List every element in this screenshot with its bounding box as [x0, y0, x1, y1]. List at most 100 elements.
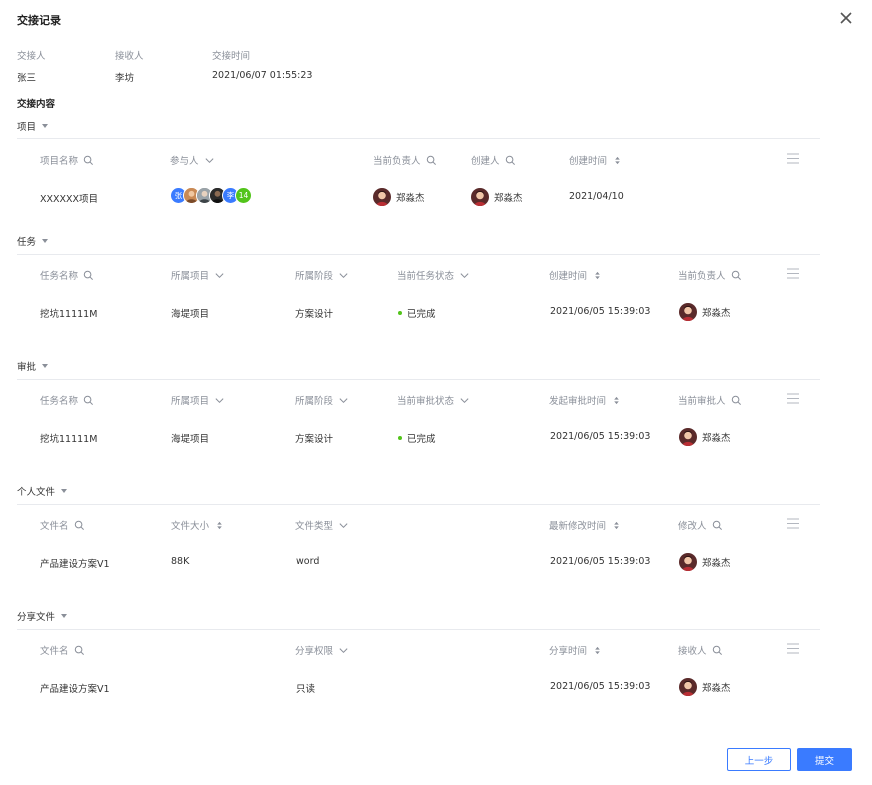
section-toggle-approval[interactable]: 审批 [17, 359, 820, 373]
header-label: 当前负责人 [678, 271, 726, 282]
header-label: 文件大小 [171, 521, 210, 532]
chevron-down-icon[interactable] [459, 270, 470, 281]
col-header-shared-time: 分享时间 [549, 643, 603, 657]
table-cell-project-name[interactable]: XXXXXX项目 [40, 191, 98, 205]
prev-step-button[interactable]: 上一步 [727, 748, 791, 771]
table-cell-file-type: word [296, 556, 320, 567]
avatar [679, 678, 697, 696]
sort-icon[interactable] [611, 395, 622, 406]
section-toggle-personal-files[interactable]: 个人文件 [17, 484, 820, 498]
search-icon[interactable] [731, 270, 742, 281]
chevron-down-icon[interactable] [338, 270, 349, 281]
search-icon[interactable] [83, 155, 94, 166]
table-cell-stage: 方案设计 [295, 309, 334, 320]
col-header-started: 发起审批时间 [549, 393, 622, 407]
creator-cell[interactable]: 郑淼杰 [471, 188, 523, 206]
receiver-cell[interactable]: 郑淼杰 [679, 678, 731, 696]
modifier-name: 郑淼杰 [702, 558, 731, 569]
header-label: 最新修改时间 [549, 521, 607, 532]
header-label: 所属阶段 [295, 396, 334, 407]
search-icon[interactable] [83, 395, 94, 406]
search-icon[interactable] [712, 520, 723, 531]
header-label: 文件名 [40, 646, 69, 657]
divider [17, 629, 820, 630]
table-cell-task-name[interactable]: 挖坑11111M [40, 306, 97, 320]
receiver: 接收人 李坊 [115, 48, 144, 84]
header-label: 当前审批状态 [397, 396, 455, 407]
col-header-receiver: 接收人 [678, 643, 723, 657]
header-label: 所属项目 [171, 396, 210, 407]
participants-stack[interactable]: 张 李 14 [170, 187, 252, 204]
search-icon[interactable] [426, 155, 437, 166]
col-header-permission: 分享权限 [295, 643, 349, 657]
search-icon[interactable] [74, 520, 85, 531]
col-header-file-name: 文件名 [40, 518, 85, 532]
header-label: 发起审批时间 [549, 396, 607, 407]
close-icon[interactable] [838, 10, 854, 26]
table-cell-created: 2021/04/10 [569, 191, 624, 202]
status-cell: 已完成 [398, 431, 436, 445]
section-title: 分享文件 [17, 612, 56, 623]
chevron-down-icon[interactable] [214, 270, 225, 281]
table-cell-file-name[interactable]: 产品建设方案V1 [40, 681, 110, 695]
personal-files-section: 个人文件 文件名 文件大小 文件类型 最新修改时间 修改人 产品建设方案V1 8… [17, 484, 820, 584]
column-menu-icon[interactable] [787, 268, 799, 279]
search-icon[interactable] [505, 155, 516, 166]
divider [17, 379, 820, 380]
col-header-stage: 所属阶段 [295, 393, 349, 407]
col-header-project: 所属项目 [171, 393, 225, 407]
section-toggle-project[interactable]: 项目 [17, 119, 820, 133]
avatar [679, 428, 697, 446]
approval-section: 审批 任务名称 所属项目 所属阶段 当前审批状态 发起审批时间 当前审批人 挖坑… [17, 359, 820, 459]
column-menu-icon[interactable] [787, 643, 799, 654]
sort-icon[interactable] [592, 645, 603, 656]
approver-cell[interactable]: 郑淼杰 [679, 428, 731, 446]
search-icon[interactable] [83, 270, 94, 281]
column-menu-icon[interactable] [787, 518, 799, 529]
section-toggle-task[interactable]: 任务 [17, 234, 820, 248]
receiver-name: 郑淼杰 [702, 683, 731, 694]
owner-name: 郑淼杰 [396, 193, 425, 204]
chevron-down-icon[interactable] [338, 645, 349, 656]
header-label: 任务名称 [40, 271, 79, 282]
search-icon[interactable] [712, 645, 723, 656]
table-cell-created: 2021/06/05 15:39:03 [550, 306, 651, 317]
sort-icon[interactable] [214, 520, 225, 531]
divider [17, 138, 820, 139]
status-dot [398, 436, 402, 440]
owner-cell[interactable]: 郑淼杰 [373, 188, 425, 206]
divider [17, 254, 820, 255]
table-cell-project: 海堤项目 [171, 309, 210, 320]
section-title: 项目 [17, 122, 37, 133]
owner-cell[interactable]: 郑淼杰 [679, 303, 731, 321]
table-cell-task-name[interactable]: 挖坑11111M [40, 431, 97, 445]
table-cell-file-name[interactable]: 产品建设方案V1 [40, 556, 110, 570]
column-menu-icon[interactable] [787, 393, 799, 404]
search-icon[interactable] [74, 645, 85, 656]
sort-icon[interactable] [611, 520, 622, 531]
chevron-down-icon[interactable] [459, 395, 470, 406]
chevron-down-icon[interactable] [204, 155, 215, 166]
chevron-down-icon[interactable] [338, 520, 349, 531]
modifier-cell[interactable]: 郑淼杰 [679, 553, 731, 571]
search-icon[interactable] [731, 395, 742, 406]
submit-button[interactable]: 提交 [797, 748, 852, 771]
table-cell-modified: 2021/06/05 15:39:03 [550, 556, 651, 567]
avatar [679, 303, 697, 321]
caret-down-icon [42, 124, 49, 128]
chevron-down-icon[interactable] [338, 395, 349, 406]
sort-icon[interactable] [592, 270, 603, 281]
creator-name: 郑淼杰 [494, 193, 523, 204]
header-label: 创建人 [471, 156, 500, 167]
avatar [373, 188, 391, 206]
chevron-down-icon[interactable] [214, 395, 225, 406]
participants-more-count[interactable]: 14 [235, 187, 252, 204]
sort-icon[interactable] [612, 155, 623, 166]
approver-name: 郑淼杰 [702, 433, 731, 444]
table-cell-file-size: 88K [171, 556, 190, 567]
dialog-title: 交接记录 [17, 14, 61, 27]
section-toggle-shared-files[interactable]: 分享文件 [17, 609, 820, 623]
column-menu-icon[interactable] [787, 153, 799, 164]
header-label: 创建时间 [549, 271, 588, 282]
col-header-modifier: 修改人 [678, 518, 723, 532]
